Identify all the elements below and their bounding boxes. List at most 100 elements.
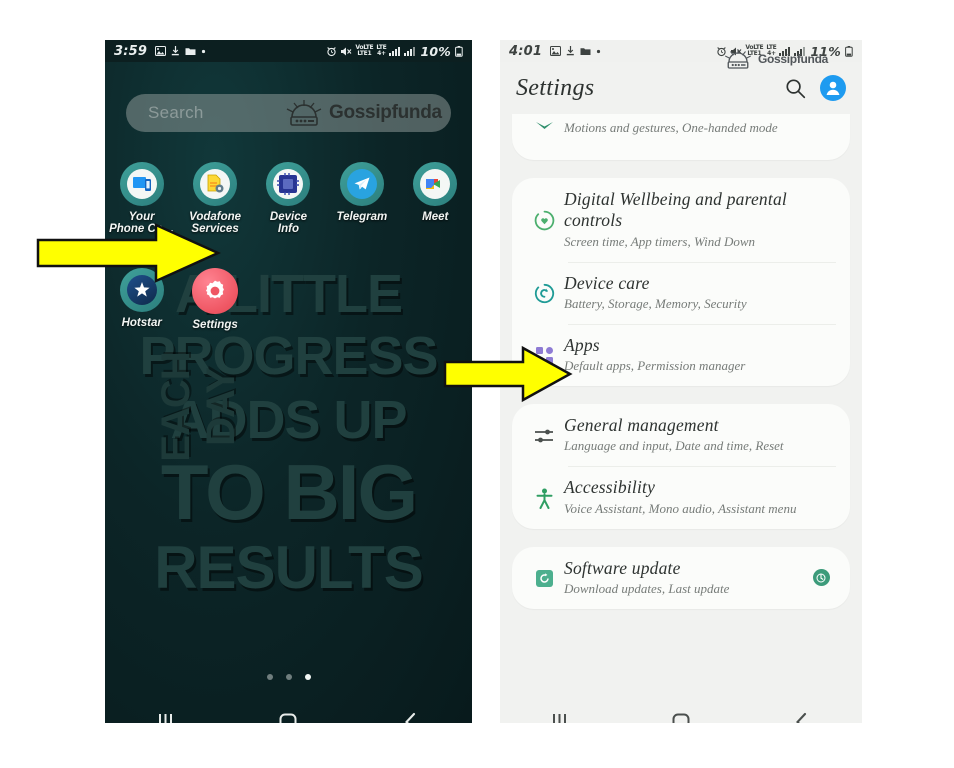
page-dot[interactable]	[266, 674, 273, 680]
list-item-text: General management Language and input, D…	[564, 415, 836, 455]
device-info-icon	[266, 162, 311, 206]
list-item-title: Software update	[564, 557, 681, 578]
back-icon[interactable]	[767, 712, 837, 723]
wallpaper-vertical-text: EACH DAY	[154, 352, 243, 462]
list-item-subtitle: Screen time, App timers, Wind Down	[564, 233, 756, 249]
status-bar-left-group: 3:59	[114, 44, 206, 59]
list-item-accessibility[interactable]: Accessibility Voice Assistant, Mono audi…	[512, 466, 850, 528]
app-label: Telegram	[336, 211, 388, 223]
app-label: Settings	[192, 319, 238, 331]
dot-icon	[596, 49, 601, 54]
list-item-general-management[interactable]: General management Language and input, D…	[512, 404, 850, 466]
arrow-to-settings-app	[36, 222, 222, 288]
gossipfunda-logo-icon	[284, 96, 324, 130]
google-meet-icon	[413, 162, 458, 206]
list-item-title: Device care	[564, 272, 650, 293]
battery-icon	[845, 45, 853, 57]
update-available-badge	[806, 558, 836, 598]
status-bar-right-group: VoLTE LTE1 LTE 4+ 10%	[326, 44, 463, 59]
settings-card-software-update: Software update Download updates, Last u…	[512, 546, 850, 609]
recents-icon[interactable]	[131, 713, 201, 723]
mute-icon	[340, 46, 352, 57]
list-item-title: General management	[564, 415, 719, 436]
list-item-text: Motions and gestures, One-handed mode	[564, 118, 836, 137]
list-item-subtitle: Language and input, Date and time, Reset	[564, 438, 784, 454]
dot-icon	[201, 49, 206, 54]
phone-left-home-screen: 3:59 VoLTE LTE1 LTE 4+ 10% A LITTLE PROG…	[105, 40, 472, 723]
telegram-icon	[339, 162, 384, 206]
advanced-features-icon	[524, 118, 564, 137]
list-item-subtitle: Download updates, Last update	[564, 580, 730, 596]
page-dot-active[interactable]	[304, 674, 311, 680]
list-item[interactable]: Motions and gestures, One-handed mode	[512, 114, 850, 148]
page-title: Settings	[516, 74, 595, 101]
list-item-device-care[interactable]: Device care Battery, Storage, Memory, Se…	[512, 261, 850, 324]
navigation-bar-right	[500, 699, 862, 723]
header-actions	[785, 75, 846, 101]
list-item-title: Digital Wellbeing and parental controls	[564, 189, 787, 231]
image-icon	[155, 46, 167, 56]
app-google-meet[interactable]: Meet	[399, 162, 472, 235]
list-item-subtitle: Motions and gestures, One-handed mode	[564, 120, 778, 135]
home-wallpaper: A LITTLE PROGRESS ADDS UP TO BIG RESULTS…	[105, 62, 472, 723]
home-icon[interactable]	[646, 712, 716, 723]
search-placeholder-label: Search	[148, 103, 204, 122]
home-page-indicator[interactable]	[105, 674, 472, 680]
list-item-subtitle: Battery, Storage, Memory, Security	[564, 295, 747, 311]
list-item-digital-wellbeing[interactable]: Digital Wellbeing and parental controls …	[512, 178, 850, 262]
general-management-sliders-icon	[524, 415, 564, 455]
status-bar-left-group: 4:01	[509, 44, 601, 59]
digital-wellbeing-heart-icon	[524, 189, 564, 251]
image-icon	[550, 46, 562, 56]
list-item-subtitle: Voice Assistant, Mono audio, Assistant m…	[564, 500, 797, 516]
arrow-to-apps-row	[443, 345, 573, 407]
settings-card-advanced-features: Motions and gestures, One-handed mode	[512, 114, 850, 160]
list-item-text: Device care Battery, Storage, Memory, Se…	[564, 273, 836, 313]
battery-icon	[455, 45, 463, 57]
gossipfunda-watermark-label: Gossipfunda	[329, 102, 442, 123]
app-label: Meet	[422, 211, 449, 223]
list-item-title: Apps	[564, 334, 600, 355]
download-icon	[566, 46, 575, 56]
lte-icon: LTE 4+	[376, 44, 387, 57]
list-item-software-update[interactable]: Software update Download updates, Last u…	[512, 547, 850, 609]
badge-dot	[812, 569, 830, 587]
gossipfunda-watermark: Gossipfunda	[284, 96, 442, 130]
vodafone-services-icon	[193, 162, 238, 206]
page-dot[interactable]	[285, 674, 292, 680]
accessibility-person-icon	[524, 477, 564, 517]
status-time: 4:01	[509, 43, 543, 59]
account-avatar-icon[interactable]	[820, 75, 846, 101]
list-item-text: Apps Default apps, Permission manager	[564, 335, 836, 375]
home-icon[interactable]	[253, 712, 323, 723]
alarm-icon	[326, 46, 337, 57]
list-item-text: Accessibility Voice Assistant, Mono audi…	[564, 477, 836, 517]
your-phone-companion-icon	[119, 162, 164, 206]
search-icon[interactable]	[785, 78, 806, 99]
settings-card-management-accessibility: General management Language and input, D…	[512, 404, 850, 529]
list-item-subtitle: Default apps, Permission manager	[564, 358, 746, 374]
app-label: Device Info	[269, 211, 308, 236]
home-search-bar[interactable]: Search Gossipfunda	[126, 94, 451, 132]
device-care-refresh-icon	[524, 273, 564, 313]
folder-icon	[580, 47, 591, 56]
list-item-text: Digital Wellbeing and parental controls …	[564, 189, 836, 251]
tutorial-screenshot-canvas: 3:59 VoLTE LTE1 LTE 4+ 10% A LITTLE PROG…	[0, 0, 954, 768]
app-label: Hotstar	[121, 317, 162, 329]
gossipfunda-logo-icon	[723, 46, 753, 72]
software-update-icon	[524, 558, 564, 598]
app-telegram[interactable]: Telegram	[325, 162, 398, 235]
gossipfunda-watermark: Gossipfunda	[723, 46, 828, 72]
battery-percent-label: 10%	[420, 43, 451, 59]
back-icon[interactable]	[376, 712, 446, 723]
status-bar-left: 3:59 VoLTE LTE1 LTE 4+ 10%	[105, 40, 472, 62]
volte-icon: VoLTE LTE1	[355, 44, 374, 57]
download-icon	[171, 46, 180, 56]
navigation-bar-left	[105, 699, 472, 723]
wallpaper-line-5: RESULTS	[154, 534, 424, 601]
status-time: 3:59	[114, 43, 148, 59]
folder-icon	[185, 47, 196, 56]
recents-icon[interactable]	[525, 713, 595, 723]
app-device-info[interactable]: Device Info	[252, 162, 325, 235]
signal-bars-icon	[389, 46, 401, 56]
